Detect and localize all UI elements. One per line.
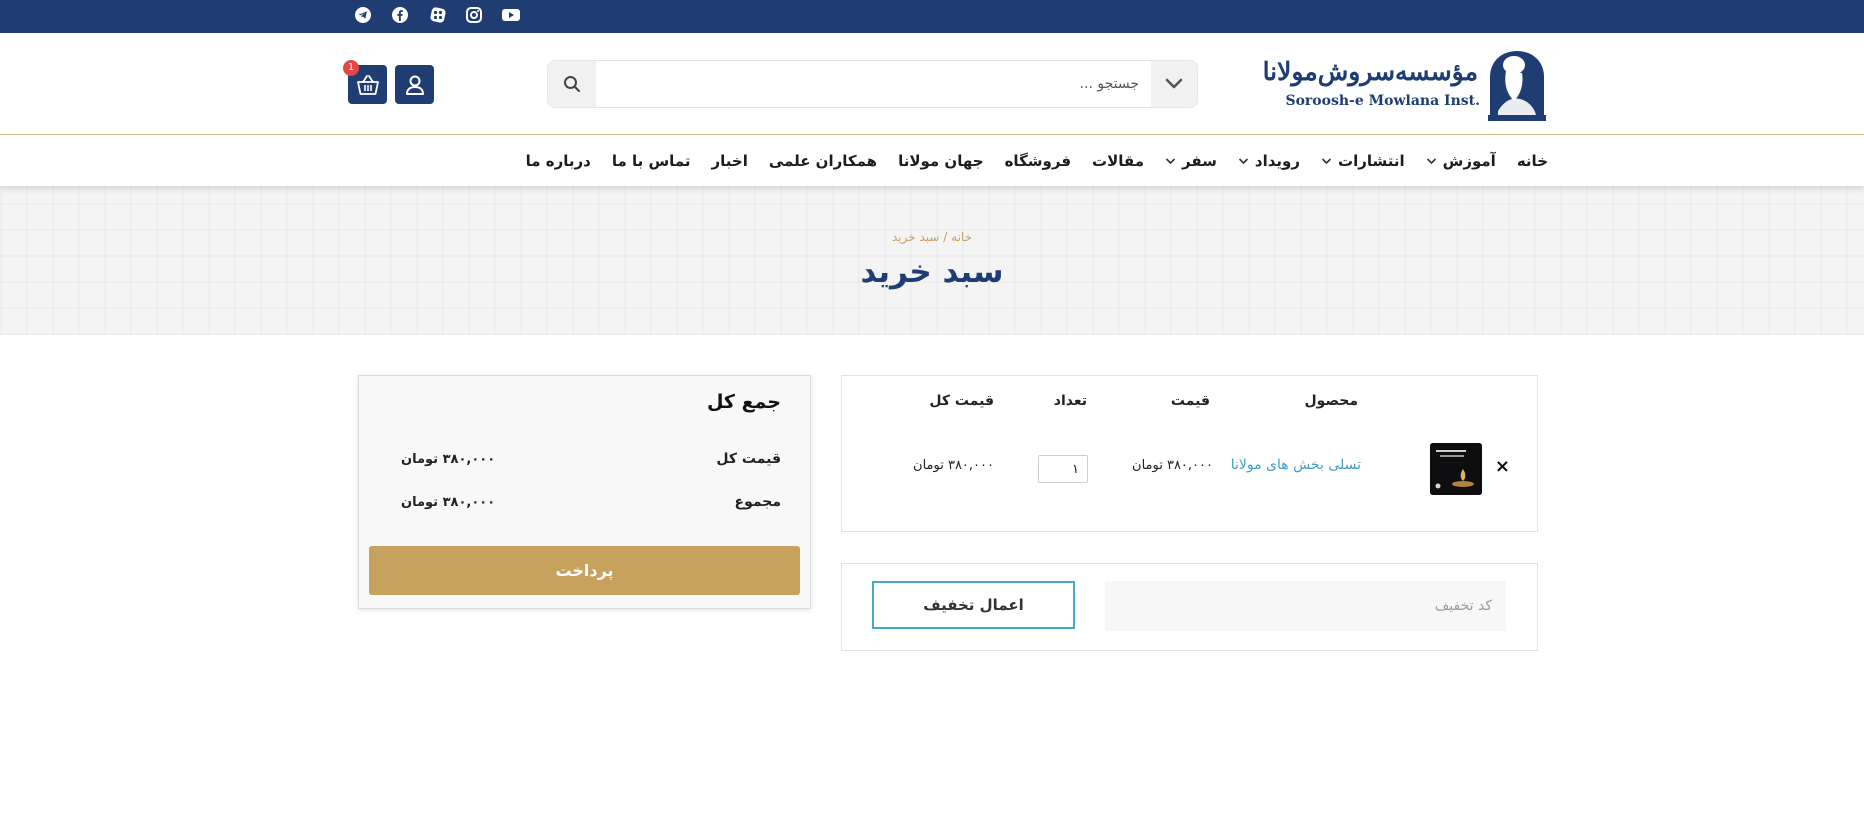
top-bar xyxy=(0,0,1864,33)
nav-item-label: فروشگاه xyxy=(1004,152,1072,170)
cart-count-badge: 1 xyxy=(343,60,359,76)
chevron-down-icon xyxy=(1426,158,1436,165)
apply-coupon-button[interactable]: اعمال تخفیف xyxy=(872,581,1075,629)
column-header-quantity: تعداد xyxy=(1053,393,1087,409)
nav-item-label: رویداد xyxy=(1254,152,1300,170)
nav-item[interactable]: فروشگاه xyxy=(1005,152,1071,170)
totals-title: جمع کل xyxy=(706,391,781,413)
main-nav: خانه آموزش انتشارات رویداد سفر مقالات فروشگاه ج… xyxy=(0,136,1864,186)
nav-item-label: تماس با ما xyxy=(611,152,691,170)
nav-item[interactable]: مقالات xyxy=(1092,152,1144,170)
nav-item[interactable]: تماس با ما xyxy=(612,152,691,170)
product-thumbnail[interactable] xyxy=(1430,443,1482,495)
nav-item-label: اخبار xyxy=(711,152,748,170)
nav-list: خانه آموزش انتشارات رویداد سفر مقالات فروشگاه ج… xyxy=(526,136,1548,186)
page-hero: خانه / سبد خرید سبد خرید xyxy=(0,186,1864,335)
column-header-price: قیمت xyxy=(1170,393,1210,409)
subtotal-label: قیمت کل xyxy=(716,451,781,467)
logo-text-en: Soroosh-e Mowlana Inst. xyxy=(1285,93,1480,109)
nav-item-label: آموزش xyxy=(1442,152,1496,170)
quantity-input[interactable] xyxy=(1038,455,1088,483)
coupon-code-input[interactable] xyxy=(1105,581,1506,631)
page-title: سبد خرید xyxy=(860,254,1004,290)
telegram-icon[interactable] xyxy=(353,5,373,25)
user-icon xyxy=(405,75,424,95)
account-button[interactable] xyxy=(395,65,434,104)
product-name-link[interactable]: تسلی بخش های مولانا xyxy=(1231,457,1361,473)
total-label: مجموع xyxy=(734,494,781,510)
nav-item-label: جهان مولانا xyxy=(898,152,984,170)
nav-item[interactable]: درباره ما xyxy=(526,152,591,170)
chevron-down-icon xyxy=(1238,158,1248,165)
nav-item[interactable]: همکاران علمی xyxy=(769,152,877,170)
search-bar xyxy=(547,60,1198,108)
cart-table: محصول قیمت تعداد قیمت کل × تسلی بخش های … xyxy=(841,375,1538,532)
chevron-down-icon xyxy=(1165,158,1176,165)
item-price: ۳۸۰,۰۰۰ تومان xyxy=(1132,458,1213,473)
item-total: ۳۸۰,۰۰۰ تومان xyxy=(913,458,994,473)
nav-item-label: درباره ما xyxy=(525,152,591,170)
site-logo[interactable]: مؤسسه‌سروش‌مولانا Soroosh-e Mowlana Inst… xyxy=(1263,47,1550,125)
nav-item[interactable]: سفر xyxy=(1165,152,1217,170)
aparat-icon[interactable] xyxy=(428,5,448,25)
logo-text-fa: مؤسسه‌سروش‌مولانا xyxy=(1262,57,1478,86)
nav-item-label: مقالات xyxy=(1092,152,1144,170)
breadcrumb[interactable]: خانه / سبد خرید xyxy=(0,230,1864,244)
nav-item[interactable]: انتشارات xyxy=(1321,152,1405,170)
search-input[interactable] xyxy=(596,61,1151,107)
column-header-product: محصول xyxy=(1304,393,1358,409)
nav-item[interactable]: جهان مولانا xyxy=(898,152,984,170)
site-header: مؤسسه‌سروش‌مولانا Soroosh-e Mowlana Inst… xyxy=(0,33,1864,135)
checkout-button[interactable]: پرداخت xyxy=(369,546,800,595)
nav-item-label: انتشارات xyxy=(1338,152,1405,170)
nav-item[interactable]: اخبار xyxy=(712,152,748,170)
facebook-icon[interactable] xyxy=(390,5,410,25)
total-value: ۳۸۰,۰۰۰ تومان xyxy=(401,495,496,510)
cart-totals: جمع کل قیمت کل ۳۸۰,۰۰۰ تومان مجموع ۳۸۰,۰… xyxy=(358,375,811,609)
chevron-down-icon xyxy=(1165,78,1183,89)
search-button[interactable] xyxy=(548,61,596,107)
search-category-dropdown[interactable] xyxy=(1151,61,1197,107)
nav-item-label: سفر xyxy=(1182,152,1217,170)
subtotal-value: ۳۸۰,۰۰۰ تومان xyxy=(401,452,496,467)
nav-item[interactable]: آموزش xyxy=(1426,152,1496,170)
youtube-icon[interactable] xyxy=(501,5,521,25)
cart-button[interactable]: 1 xyxy=(343,60,387,104)
instagram-icon[interactable] xyxy=(464,5,484,25)
logo-emblem xyxy=(1488,51,1546,121)
chevron-down-icon xyxy=(1321,158,1332,165)
nav-item-label: خانه xyxy=(1516,152,1548,170)
nav-item[interactable]: خانه xyxy=(1517,152,1548,170)
nav-item[interactable]: رویداد xyxy=(1238,152,1300,170)
remove-item-button[interactable]: × xyxy=(1495,456,1510,477)
column-header-total: قیمت کل xyxy=(929,393,994,409)
nav-item-label: همکاران علمی xyxy=(768,152,878,170)
search-icon xyxy=(564,76,580,92)
coupon-section: اعمال تخفیف xyxy=(841,563,1538,651)
basket-icon xyxy=(356,74,379,95)
